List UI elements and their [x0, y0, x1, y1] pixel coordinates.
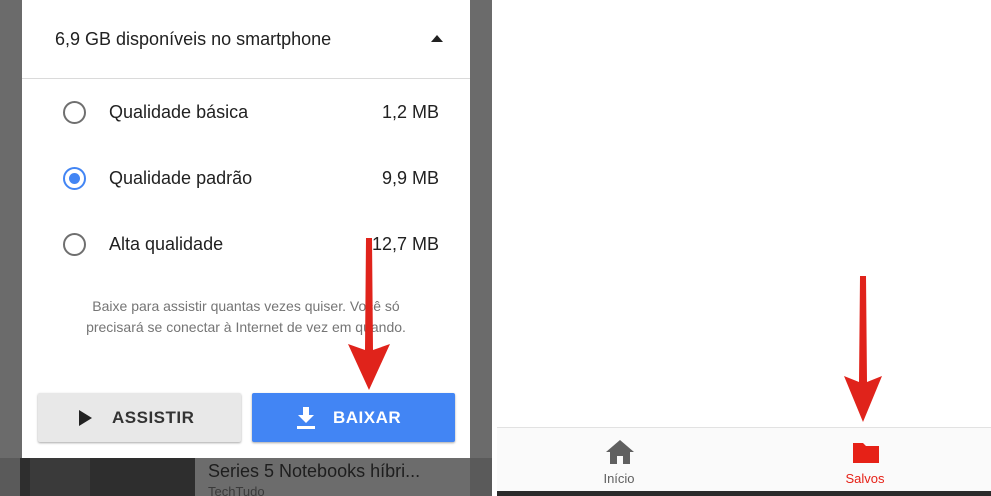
background-video-thumbnail: [20, 458, 195, 496]
download-icon: [297, 407, 315, 429]
nav-item-salvos[interactable]: Salvos: [805, 428, 925, 492]
background-video-title: Series 5 Notebooks híbri...: [208, 461, 421, 481]
quality-option-high[interactable]: Alta qualidade 12,7 MB: [22, 218, 470, 274]
red-arrow-annotation: [844, 276, 882, 422]
radio-checked-icon[interactable]: [63, 167, 86, 190]
screen-bottom-edge: [497, 491, 991, 496]
background-list-left: [0, 0, 22, 458]
quality-size: 9,9 MB: [381, 168, 439, 188]
radio-unchecked-icon[interactable]: [63, 101, 86, 124]
quality-label: Qualidade básica: [109, 102, 249, 122]
quality-label: Alta qualidade: [109, 234, 224, 254]
bottom-navigation-bar: Início Salvos: [497, 427, 991, 492]
collapse-caret-icon[interactable]: [431, 35, 443, 42]
folder-icon: [853, 443, 879, 463]
red-arrow-annotation: [348, 238, 390, 390]
nav-label-inicio: Início: [603, 471, 635, 486]
assistir-button[interactable]: ASSISTIR: [38, 393, 241, 442]
home-icon: [606, 440, 634, 464]
baixar-button[interactable]: BAIXAR: [252, 393, 455, 442]
download-quality-dialog: 6,9 GB disponíveis no smartphone Qualida…: [22, 0, 470, 458]
assistir-button-label: ASSISTIR: [112, 408, 195, 427]
background-list-right: [470, 0, 492, 458]
nav-label-salvos: Salvos: [845, 471, 885, 486]
storage-available-text: 6,9 GB disponíveis no smartphone: [55, 29, 332, 49]
quality-label: Qualidade padrão: [109, 168, 253, 188]
radio-unchecked-icon[interactable]: [63, 233, 86, 256]
nav-item-inicio[interactable]: Início: [559, 428, 679, 492]
play-icon: [79, 410, 92, 426]
quality-size: 1,2 MB: [381, 102, 439, 122]
quality-option-basic[interactable]: Qualidade básica 1,2 MB: [22, 86, 470, 142]
right-panel: Início Salvos: [497, 0, 991, 496]
baixar-button-label: BAIXAR: [333, 408, 402, 427]
background-video-channel: TechTudo: [208, 484, 265, 496]
quality-option-standard[interactable]: Qualidade padrão 9,9 MB: [22, 152, 470, 208]
storage-info-row[interactable]: 6,9 GB disponíveis no smartphone: [22, 0, 470, 79]
left-panel: Series 5 Notebooks híbri... TechTudo 6,9…: [0, 0, 492, 496]
